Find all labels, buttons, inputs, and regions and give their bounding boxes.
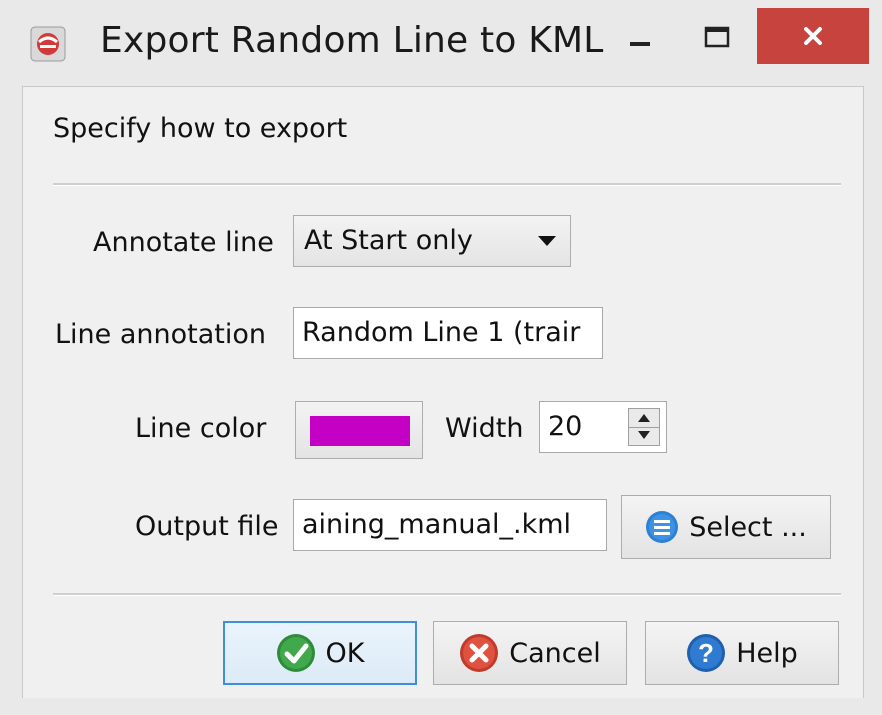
help-question-icon: ? — [687, 634, 726, 672]
bottom-separator — [53, 593, 841, 596]
dropdown-arrow-icon — [538, 236, 556, 246]
output-file-label: Output file — [135, 511, 279, 542]
spinner-arrows[interactable] — [628, 408, 660, 446]
title-bar[interactable]: Export Random Line to KML — [0, 0, 882, 86]
export-kml-dialog-window: Export Random Line to KML Specify how to… — [0, 0, 882, 715]
help-button[interactable]: ? Help — [645, 621, 839, 685]
spinner-divider — [629, 427, 659, 428]
annotate-line-label: Annotate line — [93, 227, 274, 258]
dialog-heading: Specify how to export — [53, 113, 348, 144]
maximize-button[interactable] — [692, 18, 742, 64]
line-color-swatch — [310, 416, 410, 446]
annotate-line-dropdown[interactable]: At Start only — [293, 215, 571, 267]
cancel-button[interactable]: Cancel — [433, 621, 627, 685]
line-color-button[interactable] — [295, 401, 423, 459]
window-title: Export Random Line to KML — [100, 20, 604, 61]
minimize-button[interactable] — [618, 18, 664, 64]
top-separator — [53, 183, 841, 186]
cancel-label: Cancel — [509, 637, 601, 669]
select-file-button[interactable]: Select ... — [621, 495, 831, 559]
minimize-icon — [630, 42, 650, 46]
spinner-down-icon[interactable] — [638, 431, 650, 439]
output-file-input[interactable]: aining_manual_.kml — [293, 499, 607, 551]
dialog-content-panel: Specify how to export Annotate line At S… — [22, 86, 864, 700]
close-icon — [804, 27, 822, 45]
line-annotation-label: Line annotation — [55, 319, 266, 350]
line-annotation-input[interactable]: Random Line 1 (trair — [293, 307, 603, 359]
line-color-label: Line color — [135, 413, 267, 444]
help-label: Help — [736, 637, 798, 669]
list-icon — [646, 511, 679, 543]
window-bottom-border — [0, 698, 882, 715]
annotate-line-selected-value: At Start only — [304, 225, 473, 256]
checkmark-icon — [276, 634, 315, 672]
width-label: Width — [445, 413, 524, 444]
app-logo-icon — [30, 26, 66, 62]
spinner-up-icon[interactable] — [638, 414, 650, 422]
width-value: 20 — [548, 411, 583, 442]
ok-button[interactable]: OK — [223, 621, 417, 685]
width-spinner[interactable]: 20 — [539, 401, 667, 453]
cancel-x-icon — [460, 634, 499, 672]
svg-text:?: ? — [698, 638, 714, 668]
maximize-icon — [704, 26, 730, 48]
close-button[interactable] — [757, 8, 869, 64]
ok-label: OK — [325, 637, 365, 669]
select-file-label: Select ... — [689, 511, 807, 543]
